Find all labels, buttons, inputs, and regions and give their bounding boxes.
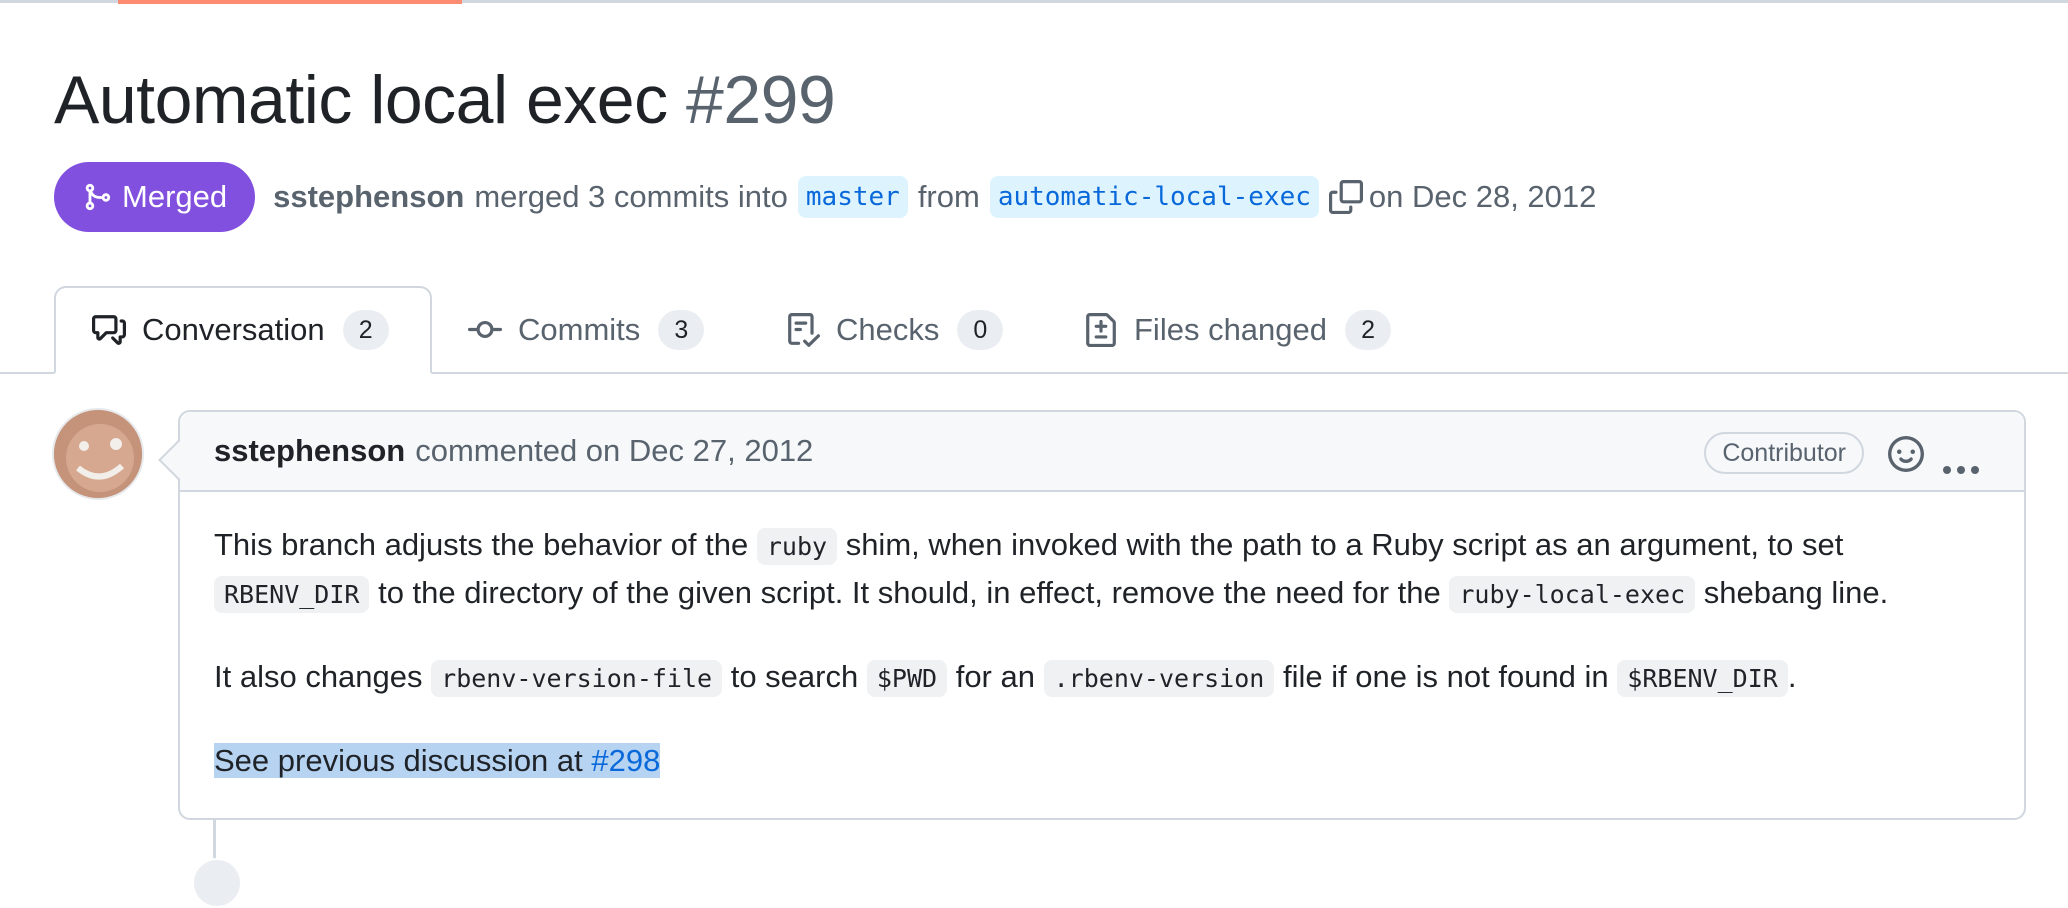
comment-paragraph-3: See previous discussion at #298 bbox=[214, 738, 2004, 784]
tab-checks-count: 0 bbox=[957, 310, 1004, 350]
pr-number: #299 bbox=[686, 62, 836, 138]
tab-commits-count: 3 bbox=[658, 310, 705, 350]
tab-conversation-label: Conversation bbox=[142, 312, 325, 347]
avatar-image bbox=[54, 410, 142, 498]
file-diff-icon bbox=[1086, 313, 1116, 347]
issue-link[interactable]: #298 bbox=[591, 743, 660, 778]
git-commit-icon bbox=[468, 320, 502, 338]
tab-checks[interactable]: Checks 0 bbox=[786, 286, 1004, 374]
comment-meta[interactable]: commented on Dec 27, 2012 bbox=[415, 433, 813, 469]
text: It also changes bbox=[214, 659, 423, 694]
copy-icon[interactable] bbox=[1328, 180, 1363, 214]
tab-conversation-count: 2 bbox=[342, 310, 389, 350]
pr-author-link[interactable]: sstephenson bbox=[273, 179, 464, 215]
base-branch-link[interactable]: master bbox=[797, 176, 908, 218]
inline-code: $PWD bbox=[866, 660, 948, 697]
text: to the directory of the given script. It… bbox=[378, 575, 1441, 610]
page-title: Automatic local exec #299 bbox=[54, 60, 836, 140]
merge-description: merged 3 commits into bbox=[474, 179, 788, 214]
comment-discussion-icon bbox=[92, 315, 126, 345]
kebab-horizontal-icon[interactable] bbox=[1942, 448, 1980, 484]
tab-files-changed-label: Files changed bbox=[1134, 312, 1328, 347]
inline-code: rbenv-version-file bbox=[431, 660, 723, 697]
pr-tabs: Conversation 2 Commits 3 Checks 0 Files … bbox=[0, 286, 2068, 374]
checklist-icon bbox=[788, 313, 820, 347]
text: This branch adjusts the behavior of the bbox=[214, 527, 749, 562]
comment-body: This branch adjusts the behavior of the … bbox=[214, 522, 2004, 820]
text: shim, when invoked with the path to a Ru… bbox=[845, 527, 1844, 562]
merged-badge: Merged bbox=[54, 162, 256, 232]
selected-text: See previous discussion at #298 bbox=[214, 743, 661, 778]
comment-header: sstephenson commented on Dec 27, 2012 Co… bbox=[180, 412, 2024, 492]
text: to search bbox=[730, 659, 859, 694]
tab-commits-label: Commits bbox=[518, 312, 641, 347]
inline-code: RBENV_DIR bbox=[214, 576, 370, 613]
merged-label: Merged bbox=[122, 179, 228, 214]
text: file if one is not found in bbox=[1282, 659, 1609, 694]
inline-code: .rbenv-version bbox=[1043, 660, 1275, 697]
smiley-icon[interactable] bbox=[1888, 436, 1924, 480]
comment-paragraph-2: It also changes rbenv-version-file to se… bbox=[214, 654, 2004, 702]
inline-code: ruby bbox=[756, 528, 838, 565]
active-nav-indicator bbox=[118, 0, 462, 4]
head-branch-link[interactable]: automatic-local-exec bbox=[989, 176, 1319, 218]
git-merge-icon bbox=[85, 183, 111, 211]
avatar[interactable] bbox=[52, 408, 144, 500]
inline-code: ruby-local-exec bbox=[1449, 576, 1696, 613]
pr-title: Automatic local exec bbox=[54, 62, 668, 138]
text: shebang line. bbox=[1703, 575, 1889, 610]
tab-checks-label: Checks bbox=[836, 312, 940, 347]
pr-meta: Merged sstephenson merged 3 commits into… bbox=[54, 162, 1596, 232]
comment-box: sstephenson commented on Dec 27, 2012 Co… bbox=[178, 410, 2026, 820]
text: for an bbox=[955, 659, 1035, 694]
text: . bbox=[1787, 659, 1797, 694]
tab-commits[interactable]: Commits 3 bbox=[468, 286, 705, 374]
tab-files-changed[interactable]: Files changed 2 bbox=[1084, 286, 1392, 374]
merge-date: on Dec 28, 2012 bbox=[1368, 179, 1597, 214]
inline-code: $RBENV_DIR bbox=[1617, 660, 1788, 697]
tab-conversation[interactable]: Conversation 2 bbox=[54, 286, 432, 374]
comment-author-link[interactable]: sstephenson bbox=[214, 433, 405, 469]
comment-paragraph-1: This branch adjusts the behavior of the … bbox=[214, 522, 2004, 618]
tab-files-changed-count: 2 bbox=[1345, 310, 1392, 350]
text: See previous discussion at bbox=[214, 743, 583, 778]
from-text: from bbox=[917, 179, 980, 214]
contributor-badge: Contributor bbox=[1704, 432, 1864, 474]
